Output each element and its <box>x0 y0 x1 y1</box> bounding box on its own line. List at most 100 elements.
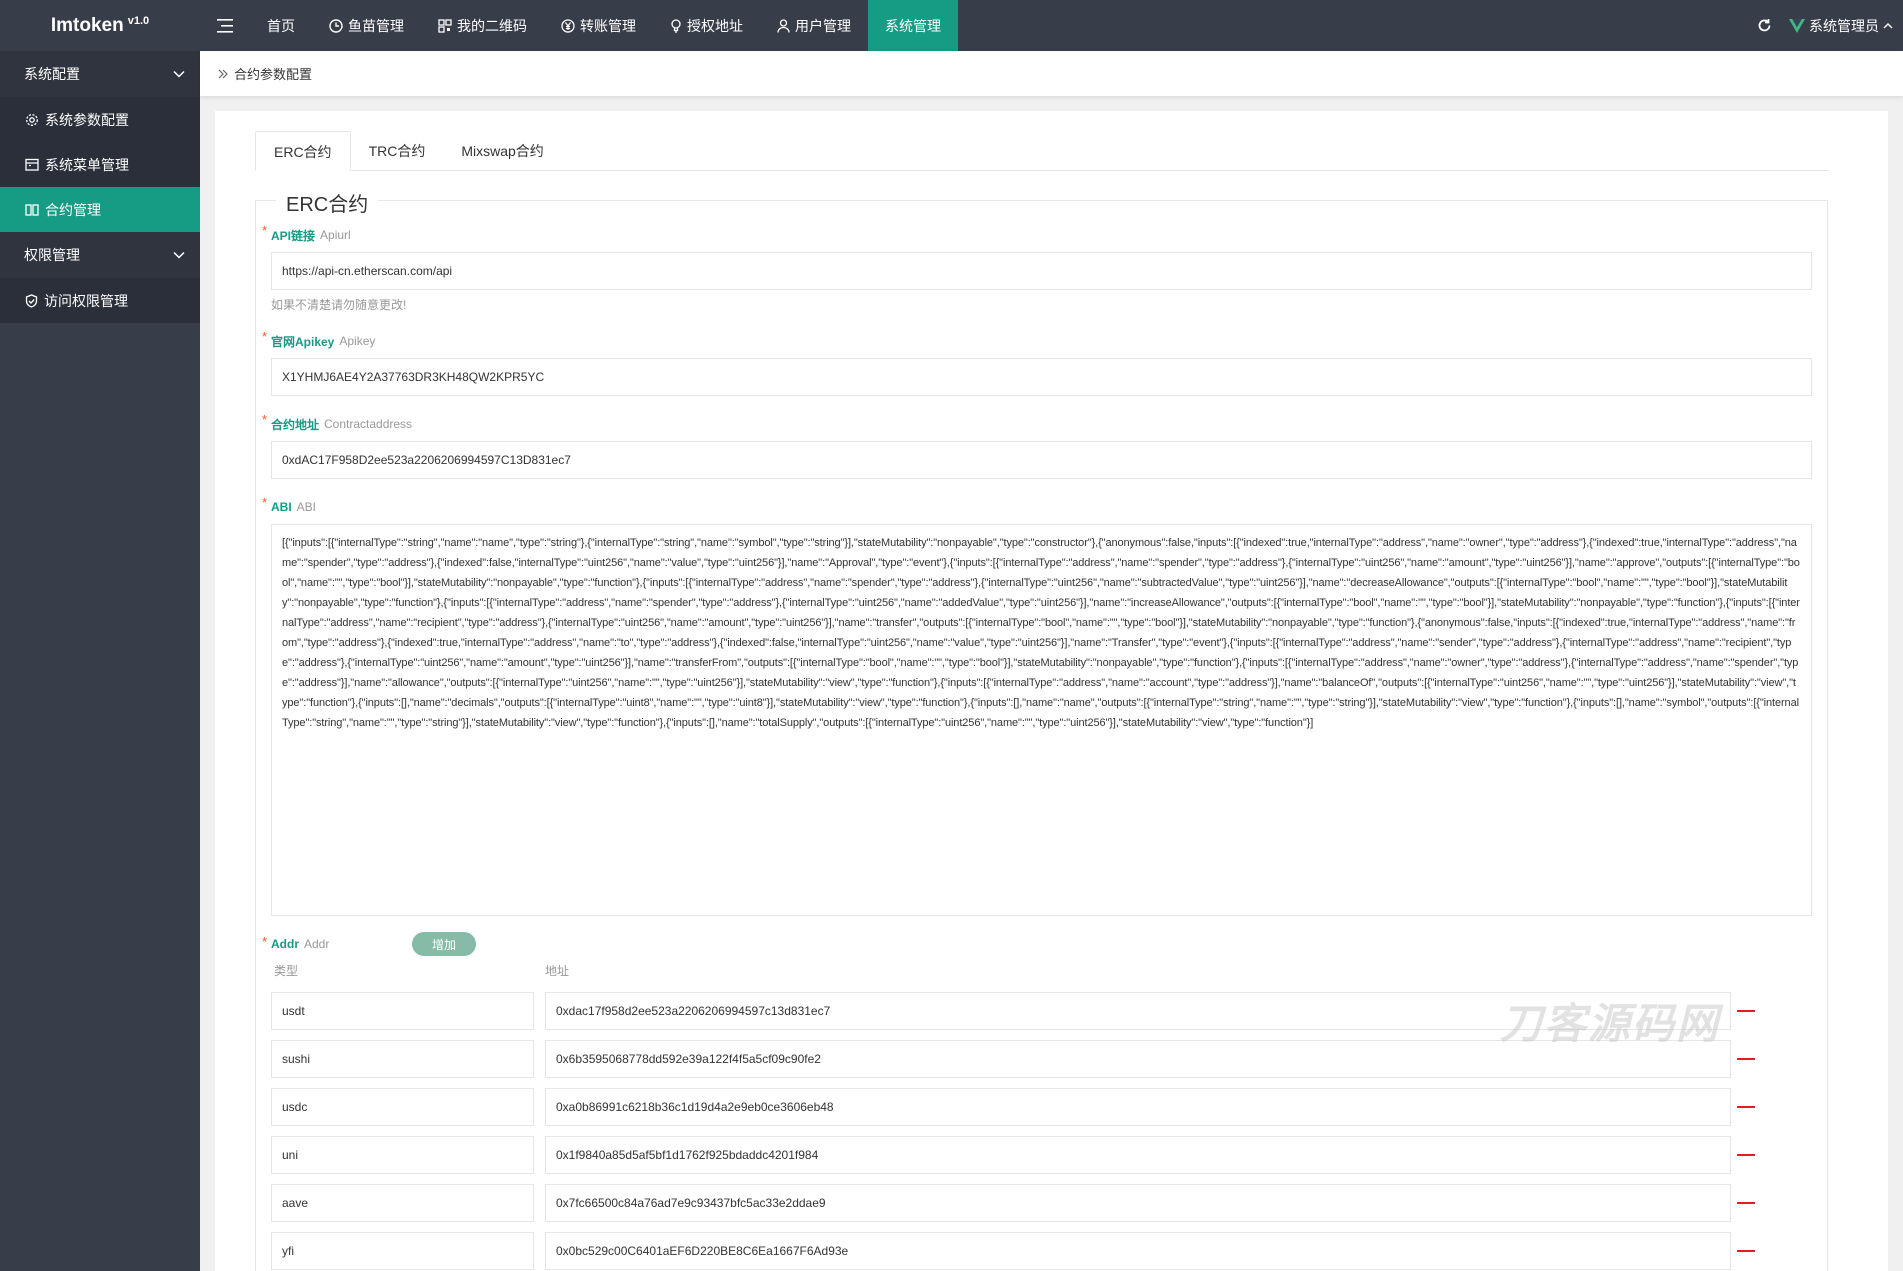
type-input[interactable]: yfi <box>271 1232 534 1270</box>
gear-icon <box>26 113 38 126</box>
tab-erc[interactable]: ERC合约 <box>255 131 351 171</box>
sidebar-item-access-permission[interactable]: 访问权限管理 <box>0 278 200 323</box>
type-input[interactable]: usdc <box>271 1088 534 1126</box>
contract-address-label-en: Contractaddress <box>324 417 413 431</box>
nav-qrcode[interactable]: 我的二维码 <box>421 0 544 51</box>
tab-mixswap[interactable]: Mixswap合约 <box>443 131 561 171</box>
breadcrumb: 合约参数配置 <box>200 51 1903 97</box>
addr-column-headers: 类型 地址 <box>271 962 1812 982</box>
vue-logo-icon <box>1789 18 1805 33</box>
user-menu[interactable]: 系统管理员 <box>1789 16 1903 36</box>
contract-address-field: * 合约地址 Contractaddress 0xdAC17F958D2ee52… <box>262 412 1812 479</box>
sidebar-group-system-config[interactable]: 系统配置 <box>0 51 200 97</box>
required-mark: * <box>262 934 268 949</box>
double-chevron-right-icon <box>218 69 228 78</box>
col-addr-header: 地址 <box>545 964 570 978</box>
abi-label-en: ABI <box>296 500 317 514</box>
addr-label-en: Addr <box>304 937 330 951</box>
nav-auth-address[interactable]: 授权地址 <box>653 0 760 51</box>
type-input[interactable]: sushi <box>271 1040 534 1078</box>
user-icon <box>777 18 790 33</box>
abi-label-row: * ABI ABI <box>262 495 1812 517</box>
sidebar-item-system-params[interactable]: 系统参数配置 <box>0 97 200 142</box>
watermark: 刀客源码网 <box>1500 999 1721 1048</box>
contract-address-input[interactable]: 0xdAC17F958D2ee523a2206206994597C13D831e… <box>271 441 1812 479</box>
type-input[interactable]: uni <box>271 1136 534 1174</box>
nav-fish-label: 鱼苗管理 <box>348 17 404 34</box>
sidebar-group-label: 权限管理 <box>24 247 80 263</box>
address-input[interactable]: 0x7fc66500c84a76ad7e9c93437bfc5ac33e2dda… <box>545 1184 1731 1222</box>
nav-home-label: 首页 <box>267 17 295 34</box>
nav-system-label: 系统管理 <box>885 17 941 34</box>
clock-icon <box>329 18 343 33</box>
bulb-icon <box>671 18 681 33</box>
col-type-header: 类型 <box>274 964 299 978</box>
breadcrumb-current: 合约参数配置 <box>234 67 313 82</box>
brand-version: v1.0 <box>127 14 150 27</box>
hamburger-icon <box>217 18 233 33</box>
sidebar-group-label: 系统配置 <box>24 66 80 82</box>
remove-row-button[interactable] <box>1737 1250 1755 1252</box>
chevron-down-icon <box>173 251 185 259</box>
remove-row-button[interactable] <box>1737 1154 1755 1156</box>
yen-icon <box>561 18 575 33</box>
top-nav: 首页 鱼苗管理 我的二维码 转账管理 授权地址 用户管理 系统管理 <box>250 0 958 51</box>
shield-icon <box>25 293 38 308</box>
sidebar-item-system-menu[interactable]: 系统菜单管理 <box>0 142 200 187</box>
apikey-label: 官网Apikey <box>271 334 335 349</box>
remove-row-button[interactable] <box>1737 1010 1755 1012</box>
brand-logo[interactable]: Imtoken v1.0 <box>0 0 200 51</box>
user-name: 系统管理员 <box>1809 17 1879 34</box>
address-input[interactable]: 0x1f9840a85d5af5bf1d1762f925bdaddc4201f9… <box>545 1136 1731 1174</box>
type-input[interactable]: usdt <box>271 992 534 1030</box>
table-row: uni 0x1f9840a85d5af5bf1d1762f925bdaddc42… <box>271 1136 1812 1174</box>
remove-row-button[interactable] <box>1737 1058 1755 1060</box>
contract-address-label-row: * 合约地址 Contractaddress <box>262 412 1812 434</box>
sidebar-item-label: 系统菜单管理 <box>45 156 129 173</box>
erc-form: ERC合约 * API链接 Apiurl https://api-cn.ethe… <box>255 188 1828 1271</box>
remove-row-button[interactable] <box>1737 1202 1755 1204</box>
menu-toggle-button[interactable] <box>200 0 250 51</box>
nav-users[interactable]: 用户管理 <box>760 0 868 51</box>
table-row: yfi 0x0bc529c00C6401aEF6D220BE8C6Ea1667F… <box>271 1232 1812 1270</box>
table-row: aave 0x7fc66500c84a76ad7e9c93437bfc5ac33… <box>271 1184 1812 1222</box>
sidebar-group-permission[interactable]: 权限管理 <box>0 232 200 278</box>
contract-tabs: ERC合约 TRC合约 Mixswap合约 <box>255 131 1828 171</box>
required-mark: * <box>262 495 268 510</box>
abi-label: ABI <box>271 500 292 514</box>
abi-textarea[interactable]: [{"inputs":[{"internalType":"string","na… <box>271 524 1812 916</box>
nav-home[interactable]: 首页 <box>250 0 312 51</box>
columns-icon <box>25 203 39 216</box>
addr-label: Addr <box>271 937 299 951</box>
nav-transfer[interactable]: 转账管理 <box>544 0 653 51</box>
address-input[interactable]: 0xa0b86991c6218b36c1d19d4a2e9eb0ce3606eb… <box>545 1088 1731 1126</box>
api-url-label-en: Apiurl <box>320 228 351 242</box>
tab-trc[interactable]: TRC合约 <box>351 131 444 171</box>
apikey-input[interactable]: X1YHMJ6AE4Y2A37763DR3KH48QW2KPR5YC <box>271 358 1812 396</box>
refresh-button[interactable] <box>1739 0 1789 51</box>
api-url-input[interactable]: https://api-cn.etherscan.com/api <box>271 252 1812 290</box>
type-input[interactable]: aave <box>271 1184 534 1222</box>
sidebar-item-label: 系统参数配置 <box>45 111 129 128</box>
sidebar: 系统配置 系统参数配置 系统菜单管理 合约管理 权限管理 访问权限管理 <box>0 51 200 1271</box>
sidebar-item-contract[interactable]: 合约管理 <box>0 187 200 232</box>
nav-users-label: 用户管理 <box>795 17 851 34</box>
api-url-hint: 如果不清楚请勿随意更改! <box>271 298 407 312</box>
brand-name: Imtoken <box>50 14 124 36</box>
apikey-field: * 官网Apikey Apikey X1YHMJ6AE4Y2A37763DR3K… <box>262 329 1812 396</box>
required-mark: * <box>262 223 268 238</box>
chevron-up-icon <box>1883 22 1893 28</box>
address-input[interactable]: 0x0bc529c00C6401aEF6D220BE8C6Ea1667F6Ad9… <box>545 1232 1731 1270</box>
form-legend: ERC合约 <box>276 188 379 217</box>
contract-address-label: 合约地址 <box>271 417 320 432</box>
qrcode-icon <box>438 18 452 33</box>
apikey-label-en: Apikey <box>339 334 376 348</box>
nav-qrcode-label: 我的二维码 <box>457 17 527 34</box>
add-address-button[interactable]: 增加 <box>412 932 476 956</box>
nav-system[interactable]: 系统管理 <box>868 0 958 51</box>
apikey-label-row: * 官网Apikey Apikey <box>262 329 1812 351</box>
nav-auth-address-label: 授权地址 <box>687 17 743 34</box>
remove-row-button[interactable] <box>1737 1106 1755 1108</box>
api-url-field: * API链接 Apiurl https://api-cn.etherscan.… <box>262 223 1812 313</box>
nav-fish[interactable]: 鱼苗管理 <box>312 0 421 51</box>
